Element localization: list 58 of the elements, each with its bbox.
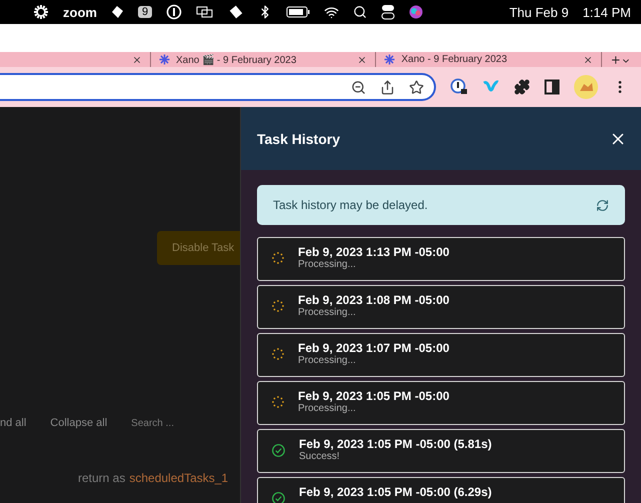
panel-title: Task History (257, 130, 340, 146)
sun-icon[interactable] (33, 4, 49, 20)
new-tab-icon[interactable] (610, 53, 622, 67)
spinner-icon (272, 300, 284, 312)
menubar-app-name[interactable]: zoom (63, 4, 97, 20)
side-panel-icon[interactable] (544, 79, 560, 95)
task-entry[interactable]: Feb 9, 2023 1:05 PM -05:00 (5.81s) Success! (257, 429, 625, 473)
check-circle-icon (272, 444, 285, 457)
task-status: Processing... (298, 355, 357, 366)
toggles-icon[interactable] (381, 4, 396, 20)
menubar-date: Thu Feb 9 (509, 4, 569, 20)
task-time: Feb 9, 2023 1:13 PM -05:00 (298, 245, 450, 259)
windows-icon[interactable] (196, 6, 214, 18)
lock-circle-icon[interactable] (450, 78, 468, 96)
menubar-badge[interactable]: 9 (138, 6, 152, 18)
spinner-icon (272, 348, 284, 360)
orb-icon[interactable] (409, 5, 424, 19)
task-status: Processing... (298, 403, 357, 414)
search-icon[interactable] (353, 5, 368, 19)
tab-title[interactable]: Xano 🎬 - 9 February 2023 (176, 54, 352, 66)
close-tab-icon[interactable] (132, 54, 142, 64)
task-entry[interactable]: Feb 9, 2023 1:05 PM -05:00 (6.29s) (257, 477, 625, 503)
task-time: Feb 9, 2023 1:05 PM -05:00 (5.81s) (299, 437, 492, 451)
task-time: Feb 9, 2023 1:07 PM -05:00 (298, 341, 450, 355)
refresh-button[interactable] (596, 198, 609, 212)
tab-title[interactable]: Xano - 9 February 2023 (401, 54, 577, 65)
close-tab-icon[interactable] (582, 54, 593, 64)
spinner-icon (272, 396, 284, 408)
wifi-icon[interactable] (324, 4, 340, 20)
diamond-icon[interactable] (110, 5, 124, 19)
collapse-all-link[interactable]: Collapse all (50, 417, 108, 429)
extensions-icon[interactable] (514, 79, 530, 95)
menubar-time: 1:14 PM (582, 4, 631, 20)
task-entry[interactable]: Feb 9, 2023 1:13 PM -05:00 Processing... (257, 237, 625, 281)
share-icon[interactable] (380, 80, 395, 94)
battery-icon[interactable] (286, 6, 310, 18)
task-time: Feb 9, 2023 1:05 PM -05:00 (6.29s) (299, 485, 492, 499)
task-entry[interactable]: Feb 9, 2023 1:07 PM -05:00 Processing... (257, 333, 625, 377)
bookmark-star-icon[interactable] (409, 80, 424, 94)
asterisk-icon (384, 54, 396, 65)
asterisk-icon (159, 54, 170, 65)
address-bar[interactable] (0, 73, 436, 101)
ring-icon[interactable] (166, 4, 182, 20)
expand-all-link[interactable]: nd all (0, 417, 26, 429)
task-status: Processing... (298, 259, 357, 270)
task-status: Processing... (298, 307, 357, 318)
task-time: Feb 9, 2023 1:08 PM -05:00 (298, 293, 450, 307)
zoom-out-icon[interactable] (351, 80, 366, 94)
task-status: Success! (299, 451, 341, 462)
task-time: Feb 9, 2023 1:05 PM -05:00 (298, 389, 450, 403)
task-entry[interactable]: Feb 9, 2023 1:08 PM -05:00 Processing... (257, 285, 625, 329)
search-field[interactable]: Search ... (131, 418, 202, 428)
notice-text: Task history may be delayed. (273, 198, 428, 212)
code-variable: scheduledTasks_1 (129, 471, 228, 485)
spinner-icon (272, 252, 284, 264)
task-entry[interactable]: Feb 9, 2023 1:05 PM -05:00 Processing... (257, 381, 625, 425)
code-keyword: return as (78, 471, 126, 485)
close-tab-icon[interactable] (357, 54, 368, 64)
